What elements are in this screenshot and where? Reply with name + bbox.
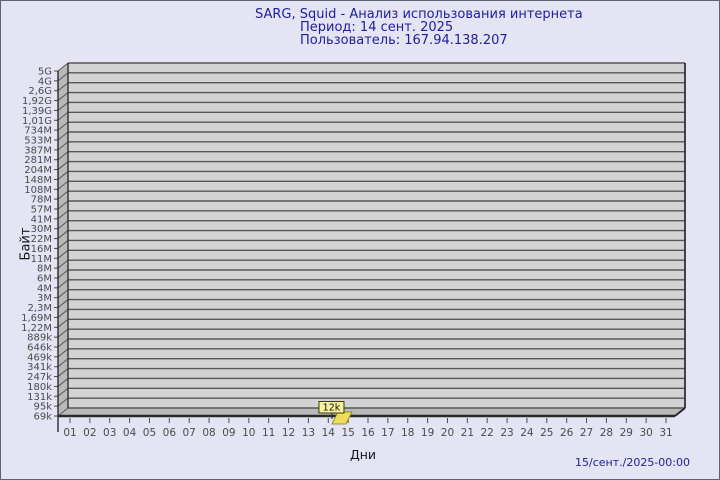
plot-back-plane	[68, 63, 685, 408]
x-tick-label: 31	[659, 427, 672, 439]
x-tick-label: 03	[103, 427, 116, 439]
x-tick-label: 08	[202, 427, 215, 439]
x-tick-label: 30	[639, 427, 652, 439]
x-tick-label: 13	[302, 427, 315, 439]
x-tick-label: 25	[540, 427, 553, 439]
x-tick-label: 05	[143, 427, 156, 439]
x-tick-label: 29	[620, 427, 633, 439]
x-tick-label: 23	[500, 427, 513, 439]
x-tick-label: 14	[322, 427, 336, 439]
x-tick-label: 17	[381, 427, 394, 439]
bar-value-label: 12k	[323, 403, 341, 414]
x-tick-label: 09	[222, 427, 235, 439]
x-tick-label: 02	[83, 427, 96, 439]
x-tick-label: 15	[341, 427, 354, 439]
x-axis-title: Дни	[331, 447, 395, 462]
x-tick-label: 27	[580, 427, 593, 439]
x-tick-label: 16	[361, 427, 375, 439]
chart-canvas: 5G4G2,6G1,92G1,39G1,01G734M533M387M281M2…	[1, 1, 720, 480]
x-tick-label: 07	[183, 427, 196, 439]
x-tick-label: 10	[242, 427, 255, 439]
x-tick-label: 12	[282, 427, 295, 439]
x-tick-label: 04	[123, 427, 137, 439]
report-timestamp: 15/сент./2025-00:00	[575, 456, 690, 469]
x-tick-label: 11	[262, 427, 275, 439]
report-user: Пользователь: 167.94.138.207	[300, 34, 508, 47]
x-tick-label: 19	[421, 427, 434, 439]
x-tick-label: 20	[441, 427, 454, 439]
x-tick-label: 28	[600, 427, 613, 439]
x-tick-label: 26	[560, 427, 574, 439]
x-tick-label: 18	[401, 427, 414, 439]
x-tick-label: 06	[163, 427, 177, 439]
sarg-report-page: 5G4G2,6G1,92G1,39G1,01G734M533M387M281M2…	[0, 0, 720, 480]
y-tick-label: 69k	[33, 412, 52, 423]
x-tick-label: 01	[63, 427, 76, 439]
x-tick-label: 21	[461, 427, 474, 439]
x-tick-label: 22	[481, 427, 494, 439]
x-tick-label: 24	[520, 427, 534, 439]
